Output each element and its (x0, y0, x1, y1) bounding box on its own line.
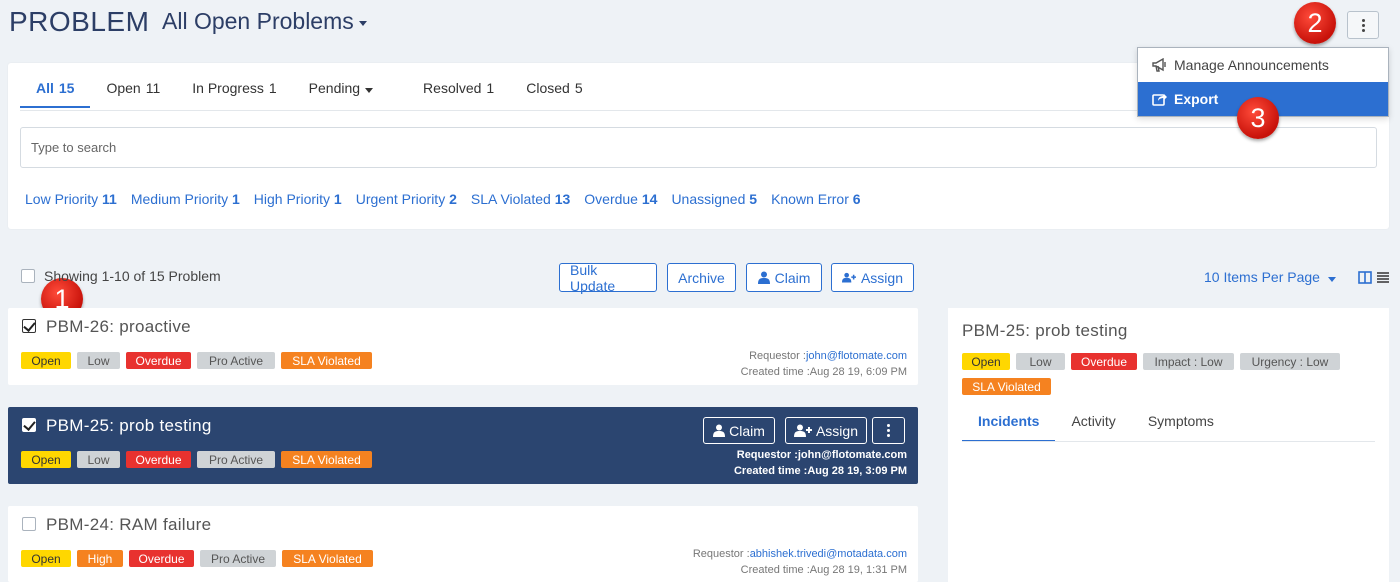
card-meta: Requestor :john@flotomate.com Created ti… (733, 449, 907, 477)
problem-card-pbm-25[interactable]: PBM-25: prob testing Open Low Overdue Pr… (8, 407, 918, 484)
filter-low-priority[interactable]: Low Priority 11 (25, 191, 117, 207)
status-tag: Open (962, 353, 1010, 370)
list-view-icon[interactable] (1377, 272, 1389, 283)
tab-all[interactable]: All 15 (20, 80, 91, 108)
filter-medium-priority[interactable]: Medium Priority 1 (131, 191, 240, 207)
priority-tag: Low (77, 352, 120, 369)
row-checkbox[interactable] (22, 319, 36, 333)
view-selector[interactable]: All Open Problems (162, 8, 367, 35)
filter-unassigned[interactable]: Unassigned 5 (671, 191, 757, 207)
created-time: Created time :Aug 28 19, 1:31 PM (740, 564, 907, 576)
chevron-down-icon (365, 87, 374, 93)
tab-in-progress[interactable]: In Progress 1 (176, 80, 292, 106)
row-checkbox[interactable] (22, 517, 36, 531)
card-more-button[interactable] (872, 417, 905, 444)
items-per-page-select[interactable]: 10 Items Per Page (1204, 269, 1336, 285)
priority-tag: Low (1016, 353, 1065, 370)
overdue-tag: Overdue (126, 451, 191, 468)
problem-title[interactable]: PBM-26: proactive (46, 317, 191, 337)
status-tag: Open (21, 550, 71, 567)
status-tag: Open (21, 451, 71, 468)
tag-list: Open High Overdue Pro Active SLA Violate… (21, 550, 373, 567)
filter-known-error[interactable]: Known Error 6 (771, 191, 861, 207)
overdue-tag: Overdue (129, 550, 194, 567)
impact-tag: Impact : Low (1143, 353, 1234, 370)
overdue-tag: Overdue (1071, 353, 1137, 370)
tab-closed[interactable]: Closed 5 (510, 80, 598, 106)
user-icon (757, 271, 770, 284)
card-claim-button[interactable]: Claim (703, 417, 775, 444)
assign-button[interactable]: Assign (831, 263, 914, 292)
status-tag: Open (21, 352, 71, 369)
filter-overdue[interactable]: Overdue 14 (584, 191, 657, 207)
requestor-email[interactable]: john@flotomate.com (806, 350, 907, 362)
claim-button[interactable]: Claim (746, 263, 822, 292)
sla-tag: SLA Violated (281, 352, 372, 369)
filter-urgent-priority[interactable]: Urgent Priority 2 (356, 191, 457, 207)
chevron-down-icon (1327, 276, 1336, 282)
user-plus-icon (842, 272, 856, 283)
menu-item-manage-announcements[interactable]: Manage Announcements (1138, 48, 1388, 82)
problem-card-pbm-24[interactable]: PBM-24: RAM failure Open High Overdue Pr… (8, 506, 918, 582)
showing-count: Showing 1-10 of 15 Problem (44, 268, 221, 284)
tab-activity[interactable]: Activity (1055, 413, 1131, 441)
search-input[interactable] (20, 127, 1377, 168)
created-time: Created time :Aug 28 19, 3:09 PM (733, 465, 907, 477)
user-icon (713, 424, 726, 437)
requestor-email[interactable]: john@flotomate.com (798, 449, 907, 461)
tag-list: Open Low Overdue Pro Active SLA Violated (21, 352, 372, 369)
tag-list: Open Low Overdue Pro Active SLA Violated (21, 451, 372, 468)
type-tag: Pro Active (197, 451, 275, 468)
callout-badge-2: 2 (1294, 2, 1336, 44)
row-checkbox[interactable] (22, 418, 36, 432)
split-view-icon[interactable] (1358, 271, 1372, 284)
problem-card-pbm-26[interactable]: PBM-26: proactive Open Low Overdue Pro A… (8, 308, 918, 385)
bulk-update-button[interactable]: Bulk Update (559, 262, 657, 294)
type-tag: Pro Active (200, 550, 276, 567)
sla-tag: SLA Violated (281, 451, 372, 468)
more-actions-button[interactable] (1347, 11, 1379, 39)
detail-tabs: Incidents Activity Symptoms (962, 413, 1230, 442)
detail-panel: PBM-25: prob testing Open Low Overdue Im… (948, 308, 1389, 582)
user-plus-icon (794, 424, 812, 437)
type-tag: Pro Active (197, 352, 275, 369)
card-assign-button[interactable]: Assign (785, 417, 867, 444)
detail-tabs-divider (962, 441, 1375, 442)
detail-tag-list: Open Low Overdue Impact : Low Urgency : … (962, 353, 1340, 370)
priority-tag: Low (77, 451, 120, 468)
archive-button[interactable]: Archive (667, 263, 736, 292)
select-all-checkbox[interactable] (21, 269, 35, 283)
more-vertical-icon (1361, 18, 1365, 32)
requestor-email[interactable]: abhishek.trivedi@motadata.com (750, 548, 907, 560)
page-title: PROBLEM (9, 6, 150, 37)
chevron-down-icon (358, 21, 367, 26)
priority-tag: High (77, 550, 123, 567)
share-icon (1152, 94, 1167, 106)
problem-title[interactable]: PBM-24: RAM failure (46, 515, 211, 535)
detail-tag-list-2: SLA Violated (962, 378, 1051, 395)
sla-tag: SLA Violated (282, 550, 373, 567)
created-time: Created time :Aug 28 19, 6:09 PM (740, 366, 907, 378)
tab-incidents[interactable]: Incidents (962, 413, 1056, 442)
filter-high-priority[interactable]: High Priority 1 (254, 191, 342, 207)
callout-badge-3: 3 (1237, 97, 1279, 139)
tab-open[interactable]: Open 11 (90, 80, 176, 106)
urgency-tag: Urgency : Low (1240, 353, 1340, 370)
card-meta: Requestor :john@flotomate.com Created ti… (740, 350, 907, 378)
sla-tag: SLA Violated (962, 378, 1051, 395)
filter-sla-violated[interactable]: SLA Violated 13 (471, 191, 570, 207)
status-tabs: All 15 Open 11 In Progress 1 Pending Resolv… (20, 80, 599, 108)
tab-symptoms[interactable]: Symptoms (1132, 413, 1230, 441)
problem-title[interactable]: PBM-25: prob testing (46, 416, 212, 436)
detail-title: PBM-25: prob testing (962, 321, 1128, 340)
tab-resolved[interactable]: Resolved 1 (407, 80, 510, 106)
overdue-tag: Overdue (126, 352, 191, 369)
tab-pending[interactable]: Pending (293, 80, 407, 106)
more-vertical-icon (887, 424, 890, 437)
megaphone-icon (1152, 58, 1166, 72)
quick-filters: Low Priority 11 Medium Priority 1 High P… (25, 191, 861, 207)
card-meta: Requestor :abhishek.trivedi@motadata.com… (692, 548, 907, 576)
view-title: All Open Problems (162, 8, 354, 34)
